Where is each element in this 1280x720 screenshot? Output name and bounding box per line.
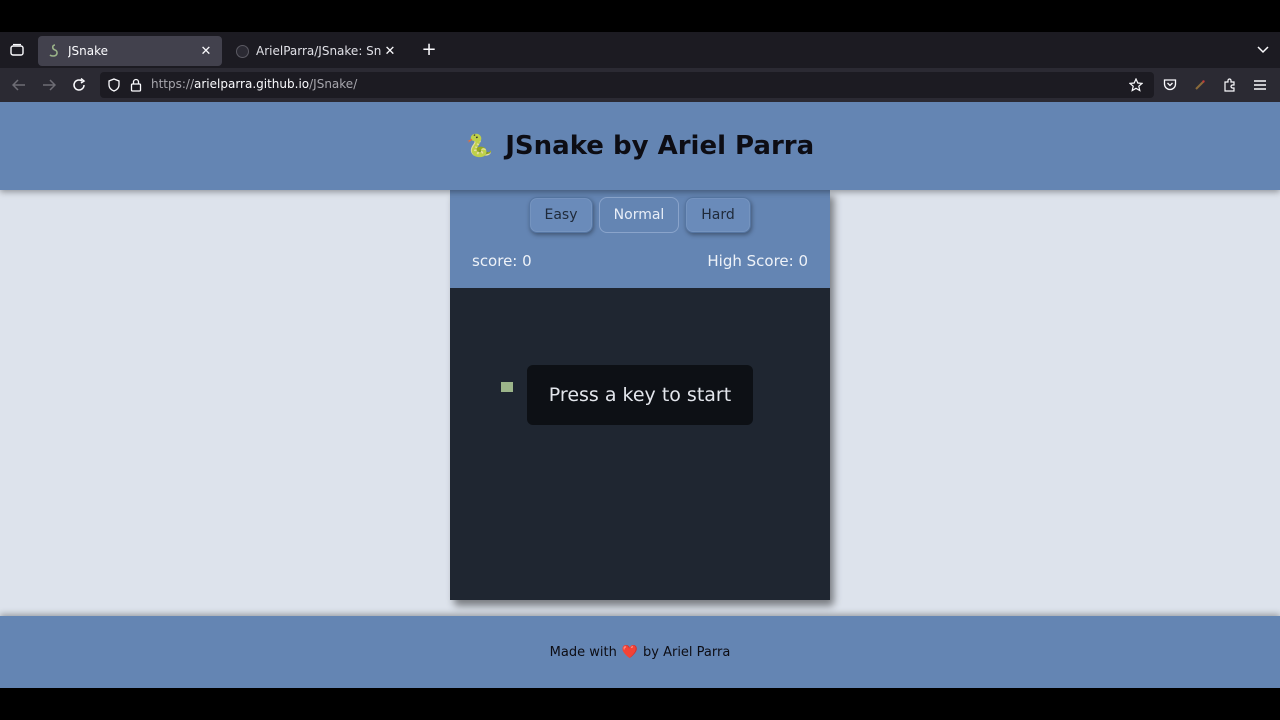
tab-title: JSnake bbox=[68, 44, 109, 58]
page-footer: Made with ❤️ by Ariel Parra bbox=[0, 616, 1280, 688]
tab-github-repo[interactable]: ArielParra/JSnake: Snake g ✕ bbox=[226, 36, 406, 66]
game-board[interactable]: Press a key to start bbox=[450, 288, 830, 600]
game-container: Easy Normal Hard score: 0 High Score: 0 … bbox=[450, 190, 830, 600]
browser-navigation-bar: https://arielparra.github.io/JSnake/ bbox=[0, 68, 1280, 102]
high-score-label: High Score: 0 bbox=[707, 252, 808, 270]
tab-close-icon[interactable]: ✕ bbox=[198, 44, 214, 59]
hamburger-menu-icon[interactable] bbox=[1249, 74, 1271, 96]
normal-button[interactable]: Normal bbox=[599, 197, 679, 233]
snake-emoji-icon: 🐍 bbox=[465, 133, 494, 159]
forward-arrow-icon[interactable] bbox=[38, 74, 60, 96]
shield-icon[interactable] bbox=[106, 77, 122, 93]
tab-jsnake[interactable]: JSnake ✕ bbox=[38, 36, 222, 66]
page-header: 🐍 JSnake by Ariel Parra bbox=[0, 102, 1280, 190]
game-controls-panel: Easy Normal Hard score: 0 High Score: 0 bbox=[450, 190, 830, 288]
heart-icon: ❤️ bbox=[621, 644, 638, 660]
url-host: arielparra.github.io bbox=[194, 77, 310, 91]
snake-head bbox=[501, 382, 513, 392]
back-arrow-icon[interactable] bbox=[8, 74, 30, 96]
tab-title: ArielParra/JSnake: Snake g bbox=[256, 44, 382, 58]
letterbox-bottom bbox=[0, 688, 1280, 720]
reload-icon[interactable] bbox=[68, 74, 90, 96]
pocket-icon[interactable] bbox=[1159, 74, 1181, 96]
url-bar[interactable]: https://arielparra.github.io/JSnake/ bbox=[100, 72, 1154, 98]
footer-prefix: Made with bbox=[549, 644, 617, 660]
new-tab-plus-icon[interactable]: + bbox=[418, 40, 440, 62]
extension-pen-icon[interactable] bbox=[1189, 74, 1211, 96]
difficulty-selector: Easy Normal Hard bbox=[450, 197, 830, 233]
chevron-down-icon[interactable] bbox=[1254, 40, 1272, 60]
tab-close-icon[interactable]: ✕ bbox=[382, 44, 398, 59]
start-message: Press a key to start bbox=[527, 365, 753, 425]
footer-author: by Ariel Parra bbox=[643, 644, 731, 660]
page-heading: JSnake by Ariel Parra bbox=[505, 131, 815, 161]
tab-overview-icon[interactable] bbox=[4, 38, 30, 62]
web-page: 🐍 JSnake by Ariel Parra Easy Normal Hard… bbox=[0, 102, 1280, 688]
url-text[interactable]: https://arielparra.github.io/JSnake/ bbox=[151, 77, 357, 91]
browser-tab-bar: JSnake ✕ ArielParra/JSnake: Snake g ✕ + bbox=[0, 32, 1280, 68]
snake-favicon-icon bbox=[46, 43, 62, 59]
github-favicon-icon bbox=[234, 43, 250, 59]
letterbox-top bbox=[0, 0, 1280, 32]
url-path: /JSnake/ bbox=[309, 77, 358, 91]
easy-button[interactable]: Easy bbox=[529, 197, 593, 233]
page-title: 🐍 JSnake by Ariel Parra bbox=[0, 102, 1280, 190]
url-prefix: https:// bbox=[151, 77, 195, 91]
hard-button[interactable]: Hard bbox=[685, 197, 751, 233]
score-label: score: 0 bbox=[472, 252, 532, 270]
star-icon[interactable] bbox=[1128, 77, 1144, 93]
puzzle-icon[interactable] bbox=[1219, 74, 1241, 96]
lock-icon[interactable] bbox=[128, 77, 144, 93]
